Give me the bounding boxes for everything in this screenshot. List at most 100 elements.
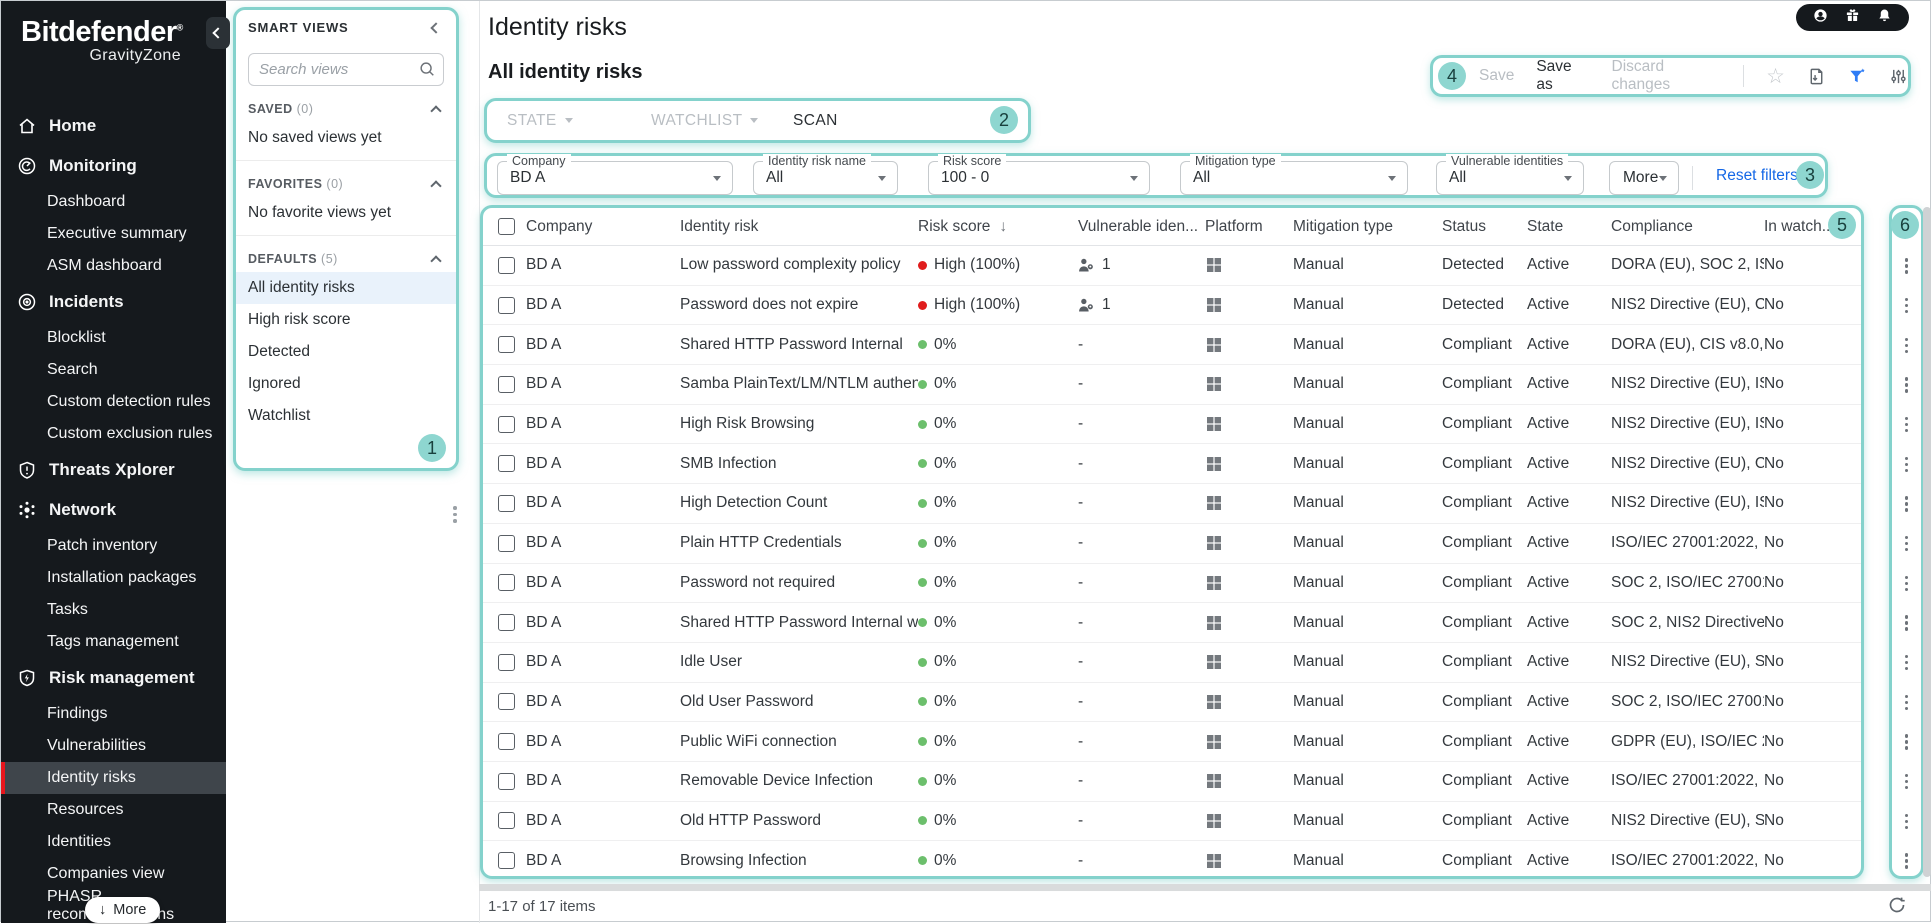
table-row[interactable]: BD A Low password complexity policy High (… [483, 246, 1861, 286]
tab-watchlist[interactable]: WATCHLIST [651, 101, 759, 140]
row-actions-menu[interactable] [1892, 325, 1921, 365]
sidebar-item-findings[interactable]: Findings [1, 698, 226, 730]
sidebar-item-executive-summary[interactable]: Executive summary [1, 218, 226, 250]
row-checkbox[interactable] [498, 256, 515, 274]
smart-view-all-identity-risks[interactable]: All identity risks [236, 272, 456, 304]
table-row[interactable]: BD A Old User Password 0% - Manual Compliant A… [483, 683, 1861, 723]
sidebar-item-custom-detection-rules[interactable]: Custom detection rules [1, 386, 226, 418]
panel-resize-handle[interactable] [453, 506, 457, 523]
sidebar-item-companies-view[interactable]: Companies view [1, 858, 226, 890]
sidebar-item-tasks[interactable]: Tasks [1, 594, 226, 626]
table-row[interactable]: BD A Shared HTTP Password Internal wit...… [483, 603, 1861, 643]
sidebar-item-search[interactable]: Search [1, 354, 226, 386]
sidebar-item-risk-management[interactable]: Risk management [1, 658, 226, 698]
filter-vulnerable-identities[interactable]: Vulnerable identities All [1436, 154, 1584, 195]
table-row[interactable]: BD A Idle User 0% - Manual Compliant Active NIS… [483, 643, 1861, 683]
row-checkbox[interactable] [498, 653, 515, 671]
row-actions-menu[interactable] [1892, 246, 1921, 286]
favorite-star-icon[interactable]: ☆ [1766, 66, 1785, 87]
smart-view-high-risk-score[interactable]: High risk score [236, 304, 456, 336]
row-actions-menu[interactable] [1892, 841, 1921, 881]
row-checkbox[interactable] [498, 375, 515, 393]
row-actions-menu[interactable] [1892, 286, 1921, 326]
table-row[interactable]: BD A Shared HTTP Password Internal 0% - Manu… [483, 325, 1861, 366]
row-actions-menu[interactable] [1892, 405, 1921, 445]
row-actions-menu[interactable] [1892, 683, 1921, 723]
sidebar-item-tags-management[interactable]: Tags management [1, 626, 226, 658]
tab-scan[interactable]: SCAN [793, 101, 838, 140]
sidebar-item-home[interactable]: Home [1, 106, 226, 146]
more-filters-button[interactable]: More [1609, 161, 1679, 195]
row-checkbox[interactable] [498, 693, 515, 711]
columns-settings-icon[interactable] [1889, 67, 1908, 86]
table-row[interactable]: BD A SMB Infection 0% - Manual Compliant Activ… [483, 444, 1861, 485]
row-checkbox[interactable] [498, 455, 515, 473]
smart-filter-icon[interactable] [1848, 67, 1867, 86]
sidebar-item-identity-risks[interactable]: Identity risks [1, 762, 226, 794]
row-actions-menu[interactable] [1892, 365, 1921, 405]
column-header-vulnerable-iden[interactable]: Vulnerable iden... [1078, 218, 1205, 236]
row-checkbox[interactable] [498, 772, 515, 790]
sidebar-item-installation-packages[interactable]: Installation packages [1, 562, 226, 594]
favorites-section-header[interactable]: FAVORITES (0) [248, 177, 444, 192]
row-checkbox[interactable] [498, 336, 515, 354]
sidebar-item-blocklist[interactable]: Blocklist [1, 322, 226, 354]
column-header-state[interactable]: State [1527, 218, 1611, 236]
select-all-checkbox[interactable] [498, 218, 515, 235]
column-header-status[interactable]: Status [1442, 218, 1527, 236]
sidebar-item-patch-inventory[interactable]: Patch inventory [1, 530, 226, 562]
defaults-section-header[interactable]: DEFAULTS (5) [248, 252, 444, 267]
table-row[interactable]: BD A Old HTTP Password 0% - Manual Compliant A… [483, 802, 1861, 842]
row-actions-menu[interactable] [1892, 484, 1921, 524]
tab-state[interactable]: STATE [507, 101, 573, 140]
sidebar-item-resources[interactable]: Resources [1, 794, 226, 826]
table-row[interactable]: BD A Password does not expire High (100%) 1… [483, 286, 1861, 326]
vertical-scrollbar[interactable] [1923, 207, 1931, 877]
bell-icon[interactable] [1877, 8, 1892, 28]
saved-section-header[interactable]: SAVED (0) [248, 102, 444, 117]
table-row[interactable]: BD A Removable Device Infection 0% - Manual C… [483, 762, 1861, 802]
table-row[interactable]: BD A Browsing Infection 0% - Manual Compliant… [483, 841, 1861, 876]
filter-risk-score[interactable]: Risk score 100 - 0 [928, 154, 1150, 195]
row-checkbox[interactable] [498, 534, 515, 552]
table-row[interactable]: BD A Public WiFi connection 0% - Manual Compl… [483, 722, 1861, 762]
sidebar-item-threats-xplorer[interactable]: Threats Xplorer [1, 450, 226, 490]
row-actions-menu[interactable] [1892, 603, 1921, 643]
sidebar-item-dashboard[interactable]: Dashboard [1, 186, 226, 218]
column-header-mitigation-type[interactable]: Mitigation type [1293, 218, 1442, 236]
smart-view-detected[interactable]: Detected [236, 336, 456, 368]
panel-collapse-icon[interactable] [430, 21, 442, 34]
filter-mitigation-type[interactable]: Mitigation type All [1180, 154, 1408, 195]
table-row[interactable]: BD A Samba PlainText/LM/NTLM authenti... 0… [483, 365, 1861, 405]
table-row[interactable]: BD A Plain HTTP Credentials 0% - Manual Compl… [483, 524, 1861, 564]
column-header-identity-risk[interactable]: Identity risk [680, 218, 918, 236]
row-checkbox[interactable] [498, 494, 515, 512]
sidebar-item-vulnerabilities[interactable]: Vulnerabilities [1, 730, 226, 762]
row-actions-menu[interactable] [1892, 802, 1921, 842]
row-actions-menu[interactable] [1892, 444, 1921, 484]
row-checkbox[interactable] [498, 415, 515, 433]
sidebar-item-custom-exclusion-rules[interactable]: Custom exclusion rules [1, 418, 226, 450]
table-row[interactable]: BD A High Detection Count 0% - Manual Complia… [483, 484, 1861, 524]
save-button[interactable]: Save [1479, 67, 1514, 85]
gift-icon[interactable] [1845, 8, 1860, 28]
table-row[interactable]: BD A High Risk Browsing 0% - Manual Compliant… [483, 405, 1861, 445]
search-views-input[interactable] [248, 53, 444, 86]
discard-changes-button[interactable]: Discard changes [1612, 58, 1722, 94]
sidebar-item-incidents[interactable]: Incidents [1, 282, 226, 322]
account-icon[interactable] [1813, 8, 1828, 28]
row-checkbox[interactable] [498, 852, 515, 870]
row-actions-menu[interactable] [1892, 564, 1921, 604]
smart-view-ignored[interactable]: Ignored [236, 368, 456, 400]
row-checkbox[interactable] [498, 614, 515, 632]
save-as-button[interactable]: Save as [1536, 58, 1589, 94]
row-actions-menu[interactable] [1892, 524, 1921, 564]
sidebar-collapse-button[interactable] [206, 17, 230, 49]
export-icon[interactable] [1807, 67, 1826, 86]
row-checkbox[interactable] [498, 574, 515, 592]
table-row[interactable]: BD A Password not required 0% - Manual Compli… [483, 564, 1861, 604]
sidebar-item-identities[interactable]: Identities [1, 826, 226, 858]
sidebar-item-monitoring[interactable]: Monitoring [1, 146, 226, 186]
horizontal-scrollbar[interactable] [479, 884, 1931, 891]
column-header-compliance[interactable]: Compliance [1611, 218, 1764, 236]
